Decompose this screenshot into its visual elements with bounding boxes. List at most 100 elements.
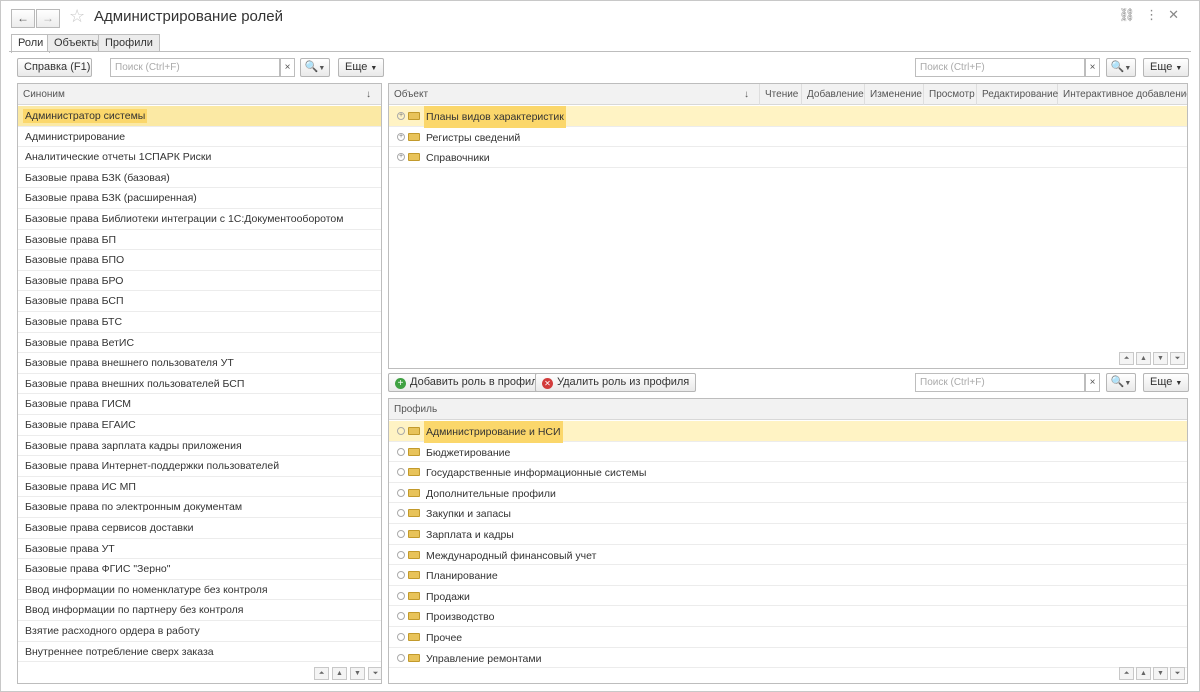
column-view[interactable]: Просмотр <box>924 84 977 105</box>
object-row[interactable]: + Планы видов характеристик <box>389 106 1187 128</box>
profile-row[interactable]: Администрирование и НСИ <box>389 421 1187 443</box>
role-list-item[interactable]: Администратор системы <box>18 106 381 127</box>
column-add[interactable]: Добавление <box>802 84 865 105</box>
role-list-item[interactable]: Ввод информации по номенклатуре без конт… <box>18 580 381 601</box>
radio-icon[interactable] <box>397 591 405 600</box>
role-list-item[interactable]: Базовые права БПО <box>18 250 381 271</box>
role-list-item[interactable]: Базовые права БП <box>18 230 381 251</box>
link-icon[interactable]: ⛓ <box>1119 7 1146 22</box>
role-list-item[interactable]: Взятие расходного ордера в работу <box>18 621 381 642</box>
back-button[interactable]: ← <box>11 9 35 28</box>
add-role-to-profile-button[interactable]: + Добавить роль в профиль <box>388 373 551 392</box>
scroll-down-icon[interactable]: ▼ <box>350 667 365 680</box>
radio-icon[interactable] <box>397 468 405 477</box>
remove-role-from-profile-button[interactable]: ✕ Удалить роль из профиля <box>535 373 697 392</box>
left-search-button[interactable]: 🔍▼ <box>300 58 330 77</box>
role-list-item[interactable]: Базовые права ВетИС <box>18 333 381 354</box>
role-list-item[interactable]: Базовые права внешних пользователей БСП <box>18 374 381 395</box>
forward-button[interactable]: → <box>36 9 60 28</box>
objects-more-button[interactable]: Еще ▼ <box>1143 58 1190 77</box>
object-row[interactable]: + Регистры сведений <box>389 127 1187 148</box>
column-profile[interactable]: Профиль <box>389 399 1187 420</box>
profile-row[interactable]: Дополнительные профили <box>389 483 1187 504</box>
role-list-item[interactable]: Базовые права по электронным документам <box>18 497 381 518</box>
scroll-down-icon[interactable]: ▼ <box>1153 667 1168 680</box>
scroll-down-icon[interactable]: ▼ <box>1153 352 1168 365</box>
scroll-first-icon[interactable]: ⏶ <box>314 667 329 680</box>
profiles-search-button[interactable]: 🔍▼ <box>1106 373 1136 392</box>
scroll-up-icon[interactable]: ▲ <box>1136 352 1151 365</box>
expand-icon[interactable]: + <box>397 153 405 162</box>
column-synonym[interactable]: Синоним ↓ <box>18 84 381 105</box>
profiles-search-input[interactable]: Поиск (Ctrl+F) <box>915 373 1085 392</box>
expand-icon[interactable]: + <box>397 132 405 141</box>
profile-row[interactable]: Закупки и запасы <box>389 503 1187 524</box>
scroll-last-icon[interactable]: ⏷ <box>1170 667 1185 680</box>
role-list-item[interactable]: Базовые права БРО <box>18 271 381 292</box>
close-icon[interactable]: ✕ <box>1168 7 1189 22</box>
column-interactive-add[interactable]: Интерактивное добавление <box>1058 84 1187 105</box>
role-list-item[interactable]: Базовые права зарплата кадры приложения <box>18 436 381 457</box>
scroll-first-icon[interactable]: ⏶ <box>1119 352 1134 365</box>
left-more-button[interactable]: Еще ▼ <box>338 58 385 77</box>
role-list-item[interactable]: Аналитические отчеты 1СПАРК Риски <box>18 147 381 168</box>
profile-row[interactable]: Государственные информационные системы <box>389 462 1187 483</box>
object-row[interactable]: + Справочники <box>389 147 1187 168</box>
more-vertical-icon[interactable]: ⋮ <box>1145 7 1168 22</box>
radio-icon[interactable] <box>397 509 405 518</box>
role-list-item[interactable]: Базовые права ИС МП <box>18 477 381 498</box>
profile-row[interactable]: Международный финансовый учет <box>389 545 1187 566</box>
radio-icon[interactable] <box>397 427 405 435</box>
role-list-item[interactable]: Базовые права БСП <box>18 291 381 312</box>
scroll-up-icon[interactable]: ▲ <box>1136 667 1151 680</box>
column-read[interactable]: Чтение <box>760 84 802 105</box>
role-list-item[interactable]: Базовые права ФГИС "Зерно" <box>18 559 381 580</box>
role-list-item[interactable]: Ввод информации по партнеру без контроля <box>18 600 381 621</box>
radio-icon[interactable] <box>397 612 405 621</box>
profile-row[interactable]: Производство <box>389 606 1187 627</box>
objects-search-button[interactable]: 🔍▼ <box>1106 58 1136 77</box>
expand-icon[interactable]: + <box>397 112 405 120</box>
radio-icon[interactable] <box>397 530 405 538</box>
scroll-last-icon[interactable]: ⏷ <box>1170 352 1185 365</box>
role-list-item[interactable]: Базовые права внешнего пользователя УТ <box>18 353 381 374</box>
profile-row[interactable]: Зарплата и кадры <box>389 524 1187 545</box>
objects-search-input[interactable]: Поиск (Ctrl+F) <box>915 58 1085 77</box>
favorite-star-icon[interactable]: ☆ <box>69 6 85 27</box>
role-list-item[interactable]: Базовые права сервисов доставки <box>18 518 381 539</box>
radio-icon[interactable] <box>397 447 405 456</box>
role-list-item[interactable]: Базовые права УТ <box>18 539 381 560</box>
role-list-item[interactable]: Базовые права Библиотеки интеграции с 1С… <box>18 209 381 230</box>
profile-row[interactable]: Продажи <box>389 586 1187 607</box>
role-list-item[interactable]: Внутреннее потребление сверх заказа <box>18 642 381 663</box>
scroll-up-icon[interactable]: ▲ <box>332 667 347 680</box>
profiles-search-clear-button[interactable]: × <box>1085 373 1100 392</box>
role-list-item[interactable]: Базовые права Интернет-поддержки пользов… <box>18 456 381 477</box>
column-change[interactable]: Изменение <box>865 84 924 105</box>
scroll-last-icon[interactable]: ⏷ <box>368 667 381 680</box>
profile-row[interactable]: Прочее <box>389 627 1187 648</box>
role-list-item[interactable]: Базовые права ГИСМ <box>18 394 381 415</box>
column-object[interactable]: Объект ↓ <box>389 84 760 105</box>
role-list-item[interactable]: Базовые права ЕГАИС <box>18 415 381 436</box>
left-search-clear-button[interactable]: × <box>280 58 295 77</box>
radio-icon[interactable] <box>397 488 405 497</box>
radio-icon[interactable] <box>397 550 405 559</box>
column-edit[interactable]: Редактирование <box>977 84 1058 105</box>
radio-icon[interactable] <box>397 653 405 662</box>
role-list-item[interactable]: Администрирование <box>18 127 381 148</box>
role-list-item[interactable]: Базовые права БЗК (расширенная) <box>18 188 381 209</box>
profile-row[interactable]: Планирование <box>389 565 1187 586</box>
profile-row[interactable]: Управление ремонтами <box>389 648 1187 669</box>
tab-profiles[interactable]: Профили <box>98 34 160 52</box>
profiles-more-button[interactable]: Еще ▼ <box>1143 373 1190 392</box>
help-button[interactable]: Справка (F1) <box>17 58 92 77</box>
objects-search-clear-button[interactable]: × <box>1085 58 1100 77</box>
radio-icon[interactable] <box>397 633 405 641</box>
radio-icon[interactable] <box>397 571 405 580</box>
role-list-item[interactable]: Базовые права БТС <box>18 312 381 333</box>
profile-row[interactable]: Бюджетирование <box>389 442 1187 463</box>
scroll-first-icon[interactable]: ⏶ <box>1119 667 1134 680</box>
left-search-input[interactable]: Поиск (Ctrl+F) <box>110 58 280 77</box>
role-list-item[interactable]: Базовые права БЗК (базовая) <box>18 168 381 189</box>
